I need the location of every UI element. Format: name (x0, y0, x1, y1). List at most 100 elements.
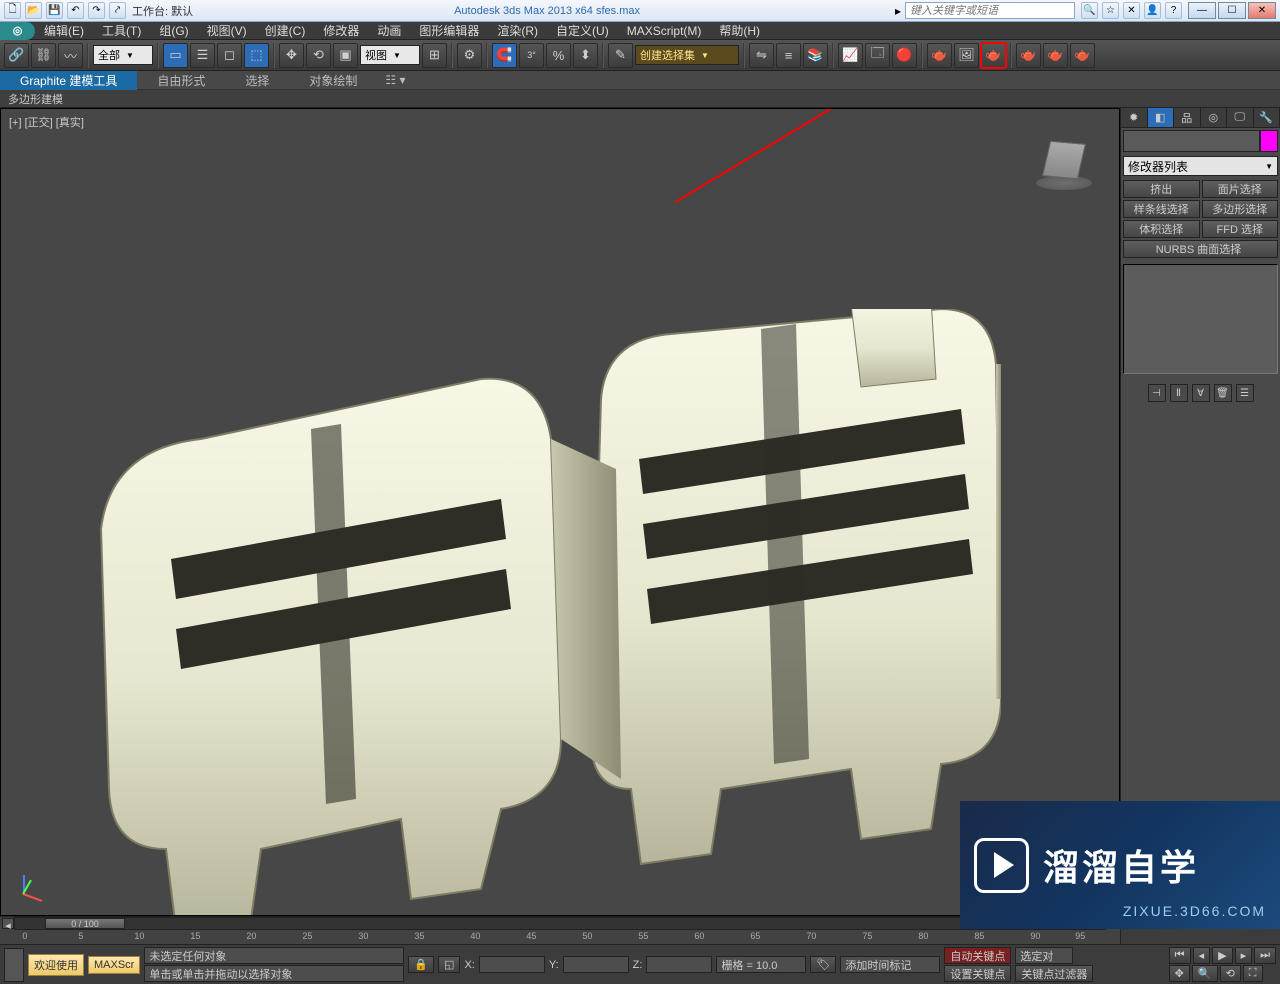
select-region-window-icon[interactable]: ⬚ (244, 43, 269, 68)
modify-tab-icon[interactable]: ◧ (1148, 108, 1175, 127)
play-start-icon[interactable]: ⏮ (1169, 947, 1191, 964)
modifier-list-combo[interactable]: 修改器列表▼ (1123, 156, 1278, 176)
set-key-button[interactable]: 设置关键点 (944, 965, 1011, 982)
menu-edit[interactable]: 编辑(E) (35, 22, 93, 39)
rotate-icon[interactable]: ⟲ (306, 43, 331, 68)
edit-selection-icon[interactable]: ✎ (608, 43, 633, 68)
menu-render[interactable]: 渲染(R) (488, 22, 547, 39)
viewport[interactable]: [+] [正交] [真实] (0, 108, 1120, 916)
menu-customize[interactable]: 自定义(U) (547, 22, 618, 39)
window-close-button[interactable]: ✕ (1248, 2, 1276, 19)
window-maximize-button[interactable]: ☐ (1218, 2, 1246, 19)
qat-undo-icon[interactable]: ↶ (67, 2, 84, 19)
make-unique-icon[interactable]: ∀ (1192, 384, 1210, 402)
trackbar-toggle-icon[interactable] (4, 948, 24, 982)
workspace-label[interactable]: 工作台: 默认 (132, 3, 193, 19)
btn-nurbs[interactable]: NURBS 曲面选择 (1123, 240, 1278, 258)
spinner-snap-icon[interactable]: ⬍ (573, 43, 598, 68)
qat-redo-icon[interactable]: ↷ (88, 2, 105, 19)
schematic-icon[interactable]: 🗔 (865, 43, 890, 68)
select-region-rect-icon[interactable]: ◻ (217, 43, 242, 68)
menu-help[interactable]: 帮助(H) (710, 22, 769, 39)
y-coord-field[interactable] (563, 956, 629, 973)
hierarchy-tab-icon[interactable]: 品 (1174, 108, 1201, 127)
show-end-icon[interactable]: Ⅱ (1170, 384, 1188, 402)
nav-zoom-icon[interactable]: 🔍 (1192, 965, 1218, 982)
play-icon[interactable]: ▶ (1212, 947, 1232, 964)
play-next-icon[interactable]: ▸ (1235, 947, 1253, 964)
menu-modifiers[interactable]: 修改器 (314, 22, 368, 39)
maxscript-tag[interactable]: MAXScr (88, 956, 140, 974)
help-search-input[interactable] (905, 2, 1075, 19)
ribbon-panel-label[interactable]: 多边形建模 (0, 90, 1280, 108)
qat-link-icon[interactable]: ⤤ (109, 2, 126, 19)
snap-toggle-icon[interactable]: 🧲 (492, 43, 517, 68)
create-tab-icon[interactable]: ✹ (1121, 108, 1148, 127)
qat-new-icon[interactable]: 🗋 (4, 2, 21, 19)
align-icon[interactable]: ≡ (776, 43, 801, 68)
render-setup-icon[interactable]: 🫖 (927, 43, 952, 68)
menu-maxscript[interactable]: MAXScript(M) (618, 24, 711, 38)
exchange-icon[interactable]: ✕ (1123, 2, 1140, 19)
pivot-icon[interactable]: ⊞ (422, 43, 447, 68)
select-object-icon[interactable]: ▭ (163, 43, 188, 68)
x-coord-field[interactable] (479, 956, 545, 973)
configure-icon[interactable]: ☰ (1236, 384, 1254, 402)
object-name-field[interactable] (1123, 130, 1260, 152)
move-icon[interactable]: ✥ (279, 43, 304, 68)
menu-grapheditor[interactable]: 图形编辑器 (410, 22, 488, 39)
tab-graphite[interactable]: Graphite 建模工具 (0, 71, 137, 90)
manipulate-icon[interactable]: ⚙ (457, 43, 482, 68)
teapot2-icon[interactable]: 🫖 (1043, 43, 1068, 68)
qat-open-icon[interactable]: 📂 (25, 2, 42, 19)
lock-selection-icon[interactable]: 🔒 (408, 956, 434, 973)
refcoord-combo[interactable]: 视图▼ (360, 45, 420, 65)
menu-tools[interactable]: 工具(T) (93, 22, 150, 39)
tab-freeform[interactable]: 自由形式 (137, 71, 225, 90)
window-minimize-button[interactable]: — (1188, 2, 1216, 19)
signin-icon[interactable]: 👤 (1144, 2, 1161, 19)
modifier-stack[interactable] (1123, 264, 1278, 374)
view-cube[interactable] (1034, 134, 1094, 194)
time-slider-thumb[interactable]: 0 / 100 (45, 918, 125, 929)
scale-icon[interactable]: ▣ (333, 43, 358, 68)
selection-filter-combo[interactable]: 全部▼ (93, 45, 153, 65)
time-tag-field[interactable]: 添加时间标记 (840, 956, 940, 973)
key-filters-button[interactable]: 关键点过滤器 (1015, 965, 1093, 982)
bind-icon[interactable]: 〰 (58, 43, 83, 68)
play-prev-icon[interactable]: ◂ (1193, 947, 1211, 964)
viewport-label[interactable]: [+] [正交] [真实] (9, 114, 84, 130)
app-menu-button[interactable]: ◎ (0, 22, 35, 40)
named-selection-combo[interactable]: 创建选择集▼ (635, 45, 739, 65)
teapot1-icon[interactable]: 🫖 (1016, 43, 1041, 68)
favorite-icon[interactable]: ☆ (1102, 2, 1119, 19)
menu-animation[interactable]: 动画 (368, 22, 410, 39)
object-color-swatch[interactable] (1260, 130, 1278, 152)
utilities-tab-icon[interactable]: 🔧 (1254, 108, 1280, 127)
pin-stack-icon[interactable]: ⊣ (1148, 384, 1166, 402)
time-tag-icon[interactable]: 🏷 (810, 956, 836, 973)
play-end-icon[interactable]: ⏭ (1254, 947, 1276, 964)
time-slider[interactable]: ◂ 0 / 100 ▸ (14, 917, 1106, 930)
help-icon[interactable]: ? (1165, 2, 1182, 19)
auto-key-button[interactable]: 自动关键点 (944, 947, 1011, 964)
render-frame-icon[interactable]: 🖼 (954, 43, 979, 68)
qat-save-icon[interactable]: 💾 (46, 2, 63, 19)
unlink-icon[interactable]: ⛓ (31, 43, 56, 68)
motion-tab-icon[interactable]: ◎ (1201, 108, 1228, 127)
link-icon[interactable]: 🔗 (4, 43, 29, 68)
btn-polyselect[interactable]: 多边形选择 (1202, 200, 1279, 218)
btn-volselect[interactable]: 体积选择 (1123, 220, 1200, 238)
tab-selection[interactable]: 选择 (225, 71, 289, 90)
layer-icon[interactable]: 📚 (803, 43, 828, 68)
nav-pan-icon[interactable]: ✥ (1169, 965, 1190, 982)
tab-objectpaint[interactable]: 对象绘制 (289, 71, 377, 90)
btn-ffdselect[interactable]: FFD 选择 (1202, 220, 1279, 238)
percent-snap-icon[interactable]: % (546, 43, 571, 68)
mirror-icon[interactable]: ⇋ (749, 43, 774, 68)
curve-editor-icon[interactable]: 📈 (838, 43, 863, 68)
ribbon-expand-icon[interactable]: ☷ ▾ (377, 71, 413, 90)
remove-mod-icon[interactable]: 🗑 (1214, 384, 1232, 402)
iso-selection-icon[interactable]: ◱ (438, 956, 460, 973)
angle-snap-icon[interactable]: 3° (519, 43, 544, 68)
